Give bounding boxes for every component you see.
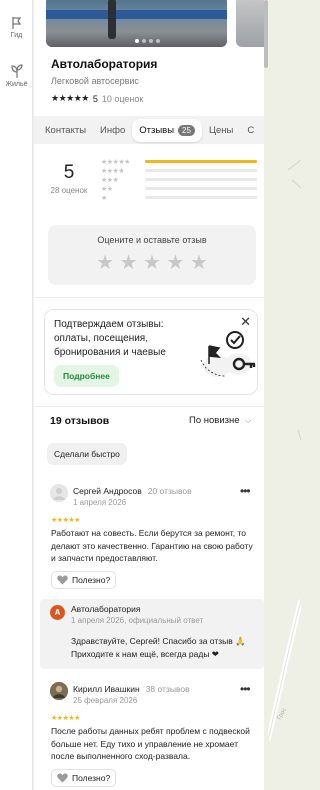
rate-prompt: Оцените и оставьте отзыв ★ ★ ★ ★ ★ (48, 225, 256, 285)
plant-icon (10, 64, 23, 78)
org-name: Автолаборатория (51, 57, 158, 71)
review-stars: ★★★★★ (51, 715, 80, 722)
owner-reply: А Автолаборатория 1 апреля 2026, официал… (40, 599, 264, 669)
promo-illustration-icon (200, 331, 256, 377)
review-author-line[interactable]: Кирилл Ивашкин 38 отзывов (73, 684, 190, 694)
organization-panel: Автолаборатория Легковой автосервис ★★★★… (34, 0, 264, 790)
useful-button[interactable]: Полезно? (51, 769, 117, 787)
review-text: После работы данных ребят проблем с подв… (51, 726, 250, 761)
distribution-track (145, 160, 257, 163)
owner-reply-text: Здравствуйте, Сергей! Спасибо за отзыв 🙏… (71, 636, 246, 659)
distribution-row: ★★ (101, 184, 257, 193)
rail-item-label: Жильё (5, 81, 28, 88)
heart-icon (57, 773, 68, 783)
review-author-line[interactable]: Сергей Андросов 20 отзывов (73, 486, 192, 496)
rail-item-guide[interactable]: Гид (0, 16, 33, 39)
review-date: 1 апреля 2026 (73, 498, 127, 507)
distribution-fill (145, 160, 257, 163)
divider (34, 406, 264, 407)
tabs-bar: Контакты Инфо Отзывы 25 Цены С (34, 116, 264, 144)
score-value: 5 (63, 162, 75, 183)
rail-item-label: Гид (10, 32, 23, 39)
review-author-level: 20 отзывов (147, 486, 192, 496)
sort-label: По новизне (189, 415, 240, 426)
rating-value: 5 (92, 93, 98, 104)
tab-contacts[interactable]: Контакты (38, 119, 93, 142)
distribution-stars: ★★ (101, 185, 113, 193)
distribution-track (145, 196, 257, 199)
rating-distribution: ★★★★★ ★★★★ ★★★ ★★ ★ (101, 157, 257, 202)
distribution-row: ★ (101, 193, 257, 202)
distribution-stars: ★ (101, 194, 107, 202)
org-category[interactable]: Легковой автосервис (51, 76, 139, 86)
divider (34, 297, 264, 298)
sort-dropdown[interactable]: По новизне ⌵ (189, 415, 251, 426)
panel-scrollbar[interactable] (264, 0, 268, 68)
useful-label: Полезно? (72, 575, 111, 585)
distribution-row: ★★★★ (101, 166, 257, 175)
left-rail: Гид Жильё (0, 0, 33, 790)
useful-button[interactable]: Полезно? (51, 571, 117, 589)
heart-icon (57, 575, 68, 585)
review-text: Работают на совесть. Если берутся за рем… (51, 528, 253, 563)
avatar[interactable] (50, 682, 68, 700)
rail-item-housing[interactable]: Жильё (0, 63, 33, 88)
ratings-count: 10 оценок (101, 93, 144, 104)
chevron-down-icon: ⌵ (245, 416, 252, 425)
tab-prices[interactable]: Цены (202, 119, 240, 142)
map-roads: Грос (268, 159, 301, 741)
owner-reply-meta: 1 апреля 2026, официальный ответ (71, 616, 204, 625)
reviews-count: 19 отзывов (50, 415, 110, 427)
owner-name[interactable]: Автолаборатория (71, 604, 141, 614)
tab-more[interactable]: С (240, 119, 261, 142)
filter-chip-quick[interactable]: Сделали быстро (47, 443, 127, 465)
user-avatar-icon (50, 484, 68, 502)
distribution-row: ★★★★★ (101, 157, 257, 166)
distribution-track (145, 178, 257, 181)
gallery-pager (135, 39, 160, 43)
promo-text: Подтверждаем отзывы: оплаты, посещения, … (54, 319, 166, 358)
distribution-row: ★★★ (101, 175, 257, 184)
distribution-track (145, 169, 257, 172)
useful-label: Полезно? (72, 773, 111, 783)
more-icon[interactable]: ••• (240, 484, 251, 498)
flag-icon (11, 17, 21, 29)
review-date: 25 февраля 2026 (73, 696, 138, 705)
tab-info[interactable]: Инфо (93, 119, 132, 142)
gallery-photo-next[interactable] (236, 0, 264, 47)
distribution-stars: ★★★ (101, 176, 119, 184)
org-rating[interactable]: ★★★★★ 5 10 оценок (51, 93, 143, 104)
owner-avatar[interactable]: А (50, 605, 65, 620)
distribution-track (145, 187, 257, 190)
review-stars: ★★★★★ (51, 517, 80, 524)
promo-more-button[interactable]: Подробнее (54, 365, 119, 387)
rating-stars: ★★★★★ (51, 93, 89, 103)
tab-reviews[interactable]: Отзывы 25 (132, 118, 202, 142)
distribution-stars: ★★★★★ (101, 158, 130, 166)
avatar[interactable] (50, 484, 68, 502)
verification-promo: Подтверждаем отзывы: оплаты, посещения, … (44, 309, 258, 395)
map-area[interactable]: Грос (268, 0, 301, 790)
rating-summary: 5 28 оценок (48, 162, 90, 195)
distribution-stars: ★★★★ (101, 167, 125, 175)
review-author-level: 38 отзывов (145, 684, 190, 694)
rate-prompt-title: Оцените и оставьте отзыв (97, 235, 207, 245)
score-count: 28 оценок (50, 186, 88, 195)
review-author: Сергей Андросов (73, 486, 142, 496)
more-icon[interactable]: ••• (240, 682, 251, 696)
review-author: Кирилл Ивашкин (73, 684, 140, 694)
user-photo-icon (50, 682, 68, 700)
rate-stars-input[interactable]: ★ ★ ★ ★ ★ (48, 250, 256, 275)
tab-reviews-label: Отзывы (139, 124, 175, 136)
svg-text:Грос: Грос (277, 707, 288, 721)
reviews-count-badge: 25 (178, 124, 195, 136)
